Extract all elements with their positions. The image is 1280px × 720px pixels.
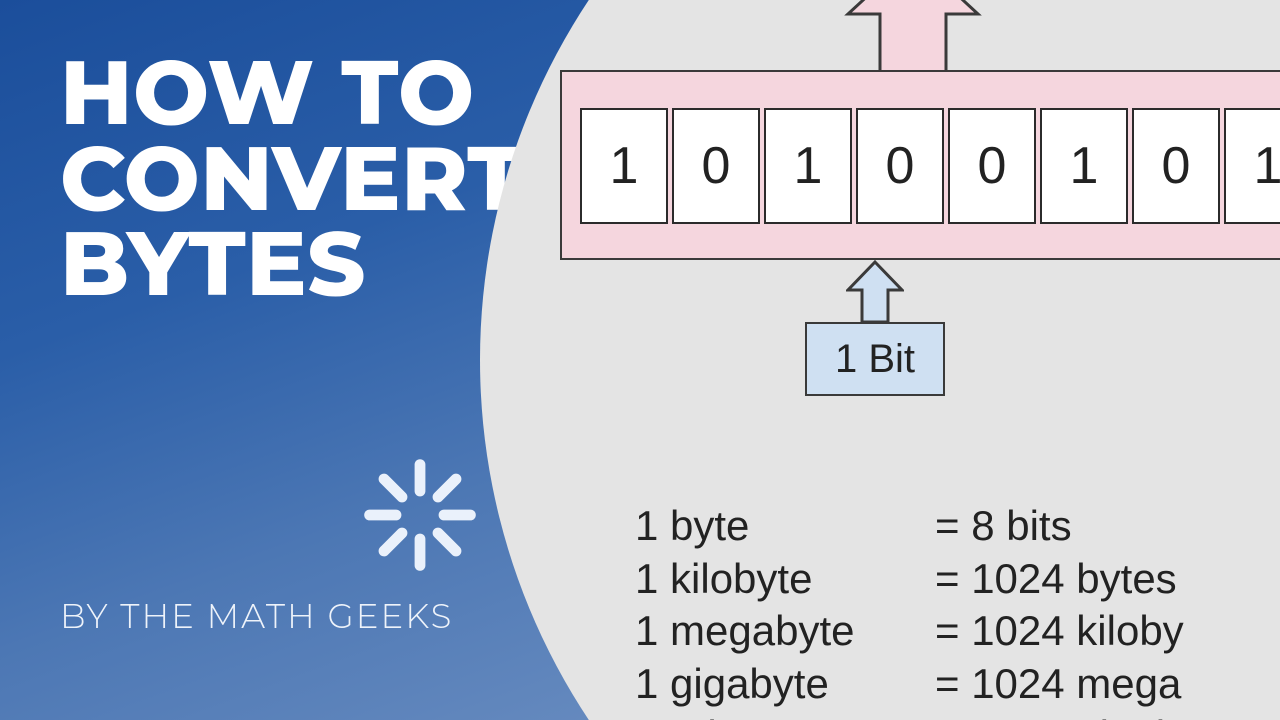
- conv-unit: 1 byte: [635, 500, 935, 553]
- table-row: 1 kilobyte = 1024 bytes: [635, 553, 1184, 606]
- conv-value: = 1024 gigab: [935, 710, 1179, 720]
- conv-value: = 1024 kiloby: [935, 605, 1184, 658]
- byline: BY THE MATH GEEKS: [60, 595, 453, 637]
- sparkle-icon: [360, 455, 480, 575]
- bit-cell: 0: [1132, 108, 1220, 224]
- bit-cell: 1: [764, 108, 852, 224]
- table-row: 1 megabyte = 1024 kiloby: [635, 605, 1184, 658]
- conversion-table: 1 byte = 8 bits 1 kilobyte = 1024 bytes …: [635, 500, 1184, 720]
- conv-unit: 1 megabyte: [635, 605, 935, 658]
- conv-unit: 1 gigabyte: [635, 658, 935, 711]
- bit-arrow-up-icon: [846, 260, 904, 322]
- bit-cell: 0: [856, 108, 944, 224]
- byte-arrow-up-icon: [818, 0, 1008, 72]
- bit-cell: 1: [1040, 108, 1128, 224]
- bit-cell: 0: [672, 108, 760, 224]
- bit-cell: 0: [948, 108, 1036, 224]
- conv-unit: 1 kilobyte: [635, 553, 935, 606]
- bit-cell: 1: [580, 108, 668, 224]
- thumbnail-stage: HOW TO CONVERT BYTES BY THE MATH GEEKS 1…: [0, 0, 1280, 720]
- bit-label-box: 1 Bit: [805, 322, 945, 396]
- bit-label-text: 1 Bit: [835, 337, 915, 382]
- conv-value: = 1024 mega: [935, 658, 1181, 711]
- conv-value: = 8 bits: [935, 500, 1072, 553]
- main-title: HOW TO CONVERT BYTES: [60, 50, 525, 307]
- conv-unit: terabyte: [635, 710, 935, 720]
- table-row: 1 gigabyte = 1024 mega: [635, 658, 1184, 711]
- title-line-3: BYTES: [60, 221, 525, 307]
- table-row: terabyte = 1024 gigab: [635, 710, 1184, 720]
- bit-row: 1 0 1 0 0 1 0 1: [580, 108, 1280, 224]
- table-row: 1 byte = 8 bits: [635, 500, 1184, 553]
- conv-value: = 1024 bytes: [935, 553, 1177, 606]
- bit-cell: 1: [1224, 108, 1280, 224]
